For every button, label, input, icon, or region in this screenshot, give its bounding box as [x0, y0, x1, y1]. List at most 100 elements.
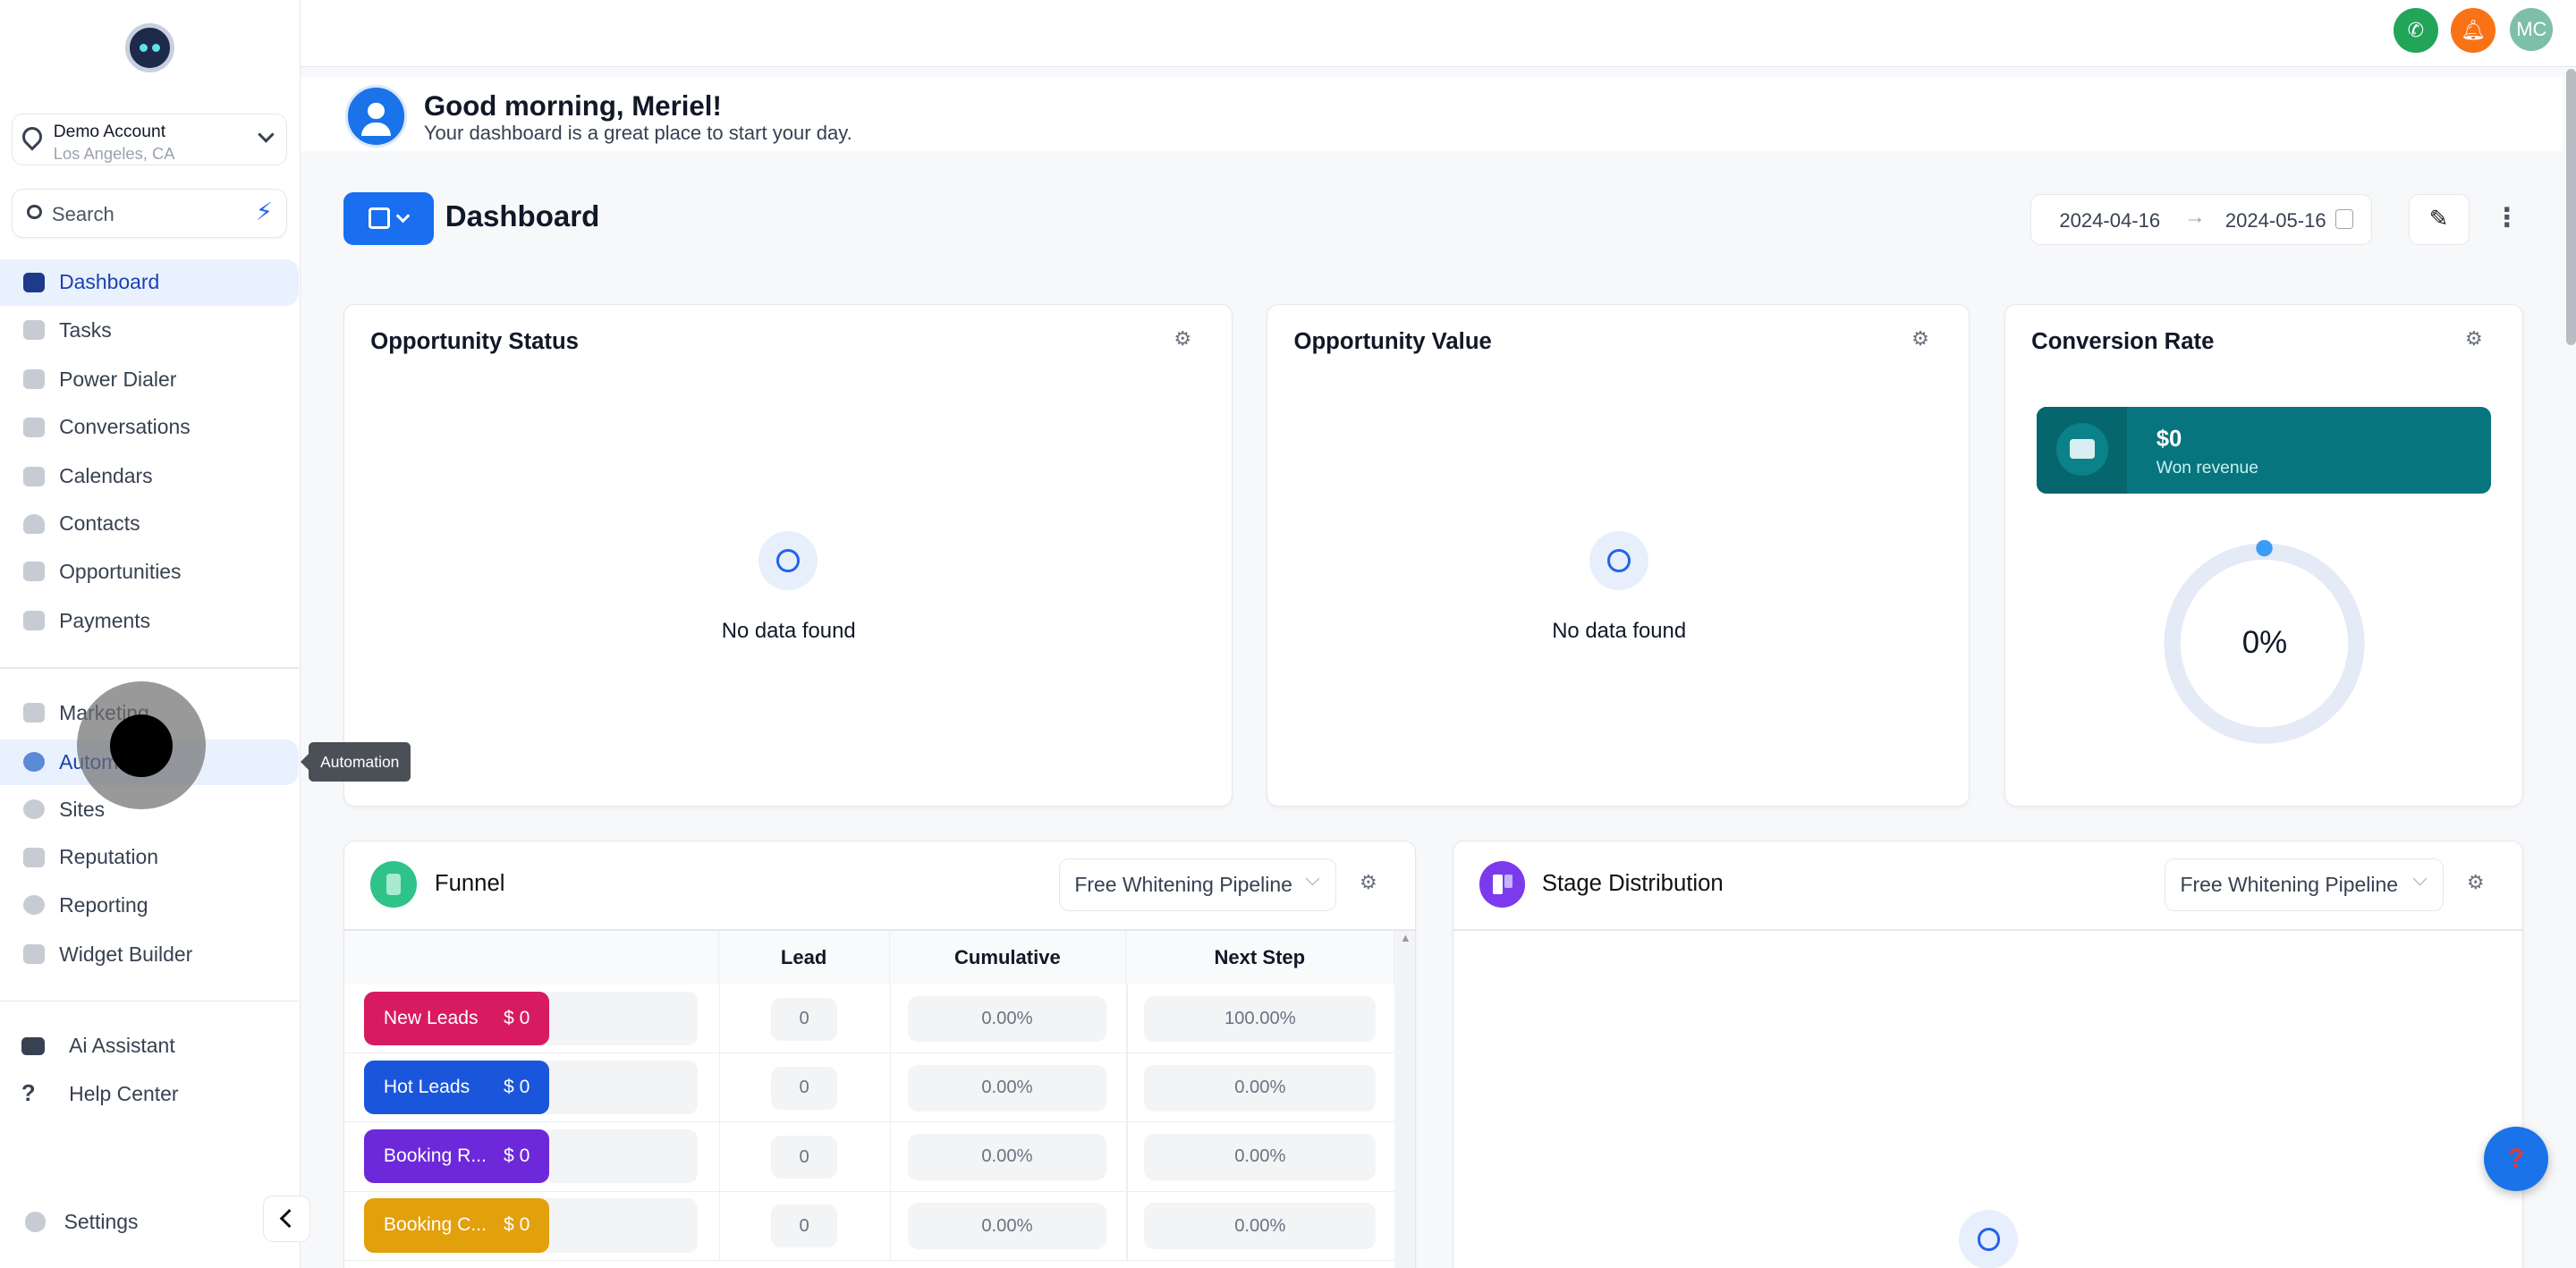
- cumulative-percent: 0.00%: [908, 1203, 1106, 1248]
- column-header-cumulative[interactable]: Cumulative: [890, 931, 1126, 985]
- card-title: Opportunity Value: [1293, 329, 1491, 355]
- card-title: Stage Distribution: [1542, 871, 1724, 897]
- phone-icon[interactable]: ✆: [2394, 8, 2438, 53]
- stage-name: New Leads: [384, 1008, 479, 1029]
- funnel-icon: [370, 861, 416, 907]
- table-row: Booking C... $ 0 0 0.00% 0.00%: [344, 1192, 1394, 1261]
- dashboard-icon: [23, 273, 45, 292]
- automation-tooltip: Automation: [309, 742, 411, 782]
- table-row: Booking R... $ 0 0 0.00% 0.00%: [344, 1122, 1394, 1191]
- filter-settings-icon[interactable]: ⚙︎: [1911, 327, 1929, 351]
- lead-count: 0: [771, 1067, 836, 1110]
- layout-icon: [369, 207, 390, 229]
- user-avatar[interactable]: MC: [2510, 8, 2553, 51]
- stage-name: Booking R...: [384, 1145, 487, 1167]
- lightning-icon[interactable]: ⚡: [256, 198, 273, 226]
- settings-icon: [25, 1212, 47, 1231]
- stage-badge[interactable]: Hot Leads $ 0: [364, 1061, 550, 1115]
- sidebar-item-conversations[interactable]: Conversations: [0, 404, 299, 450]
- sidebar-item-widget-builder[interactable]: Widget Builder: [0, 931, 299, 976]
- next-step-percent: 0.00%: [1144, 1065, 1376, 1111]
- sidebar-item-dashboard[interactable]: Dashboard: [0, 259, 299, 305]
- stage-distribution-card: Stage Distribution Free Whitening Pipeli…: [1453, 841, 2524, 1268]
- conversations-icon: [23, 418, 45, 437]
- stage-badge[interactable]: Booking R... $ 0: [364, 1129, 550, 1184]
- chevron-down-icon: [258, 127, 275, 143]
- more-options-icon[interactable]: ⋮: [2494, 202, 2520, 233]
- sidebar-item-settings[interactable]: Settings: [0, 1199, 299, 1245]
- sidebar-item-tasks[interactable]: Tasks: [0, 307, 299, 352]
- top-bar: ✆ 🔔︎ MC: [301, 0, 2576, 67]
- next-step-percent: 0.00%: [1144, 1134, 1376, 1179]
- stage-value: $ 0: [504, 1145, 530, 1167]
- stage-value: $ 0: [504, 1214, 530, 1236]
- cursor-dot: [110, 714, 173, 777]
- stage-badge[interactable]: Booking C... $ 0: [364, 1198, 550, 1253]
- date-start[interactable]: 2024-04-16: [2059, 209, 2160, 232]
- account-switcher[interactable]: Demo Account Los Angeles, CA: [12, 114, 288, 166]
- collapse-sidebar-button[interactable]: [263, 1196, 310, 1241]
- card-title: Funnel: [435, 871, 505, 897]
- funnel-card: Funnel Free Whitening Pipeline ⚙︎ Lead C…: [343, 841, 1416, 1268]
- greeting-subtitle: Your dashboard is a great place to start…: [424, 122, 852, 145]
- conversion-rate-value: 0%: [2159, 625, 2369, 661]
- filter-settings-icon[interactable]: ⚙︎: [2465, 327, 2483, 351]
- conversion-rate-card: Conversion Rate ⚙︎ $0 Won revenue 0%: [2004, 304, 2523, 807]
- stage-value: $ 0: [504, 1008, 530, 1029]
- pipeline-select[interactable]: Free Whitening Pipeline: [1059, 858, 1336, 911]
- column-header-lead[interactable]: Lead: [719, 931, 890, 985]
- lead-count: 0: [771, 1205, 836, 1247]
- help-button[interactable]: ?: [2484, 1127, 2548, 1191]
- filter-settings-icon[interactable]: ⚙︎: [1174, 327, 1191, 351]
- card-title: Opportunity Status: [370, 329, 579, 355]
- sidebar-item-calendars[interactable]: Calendars: [0, 453, 299, 499]
- filter-settings-icon[interactable]: ⚙︎: [2467, 871, 2485, 894]
- opportunity-status-card: Opportunity Status ⚙︎ No data found: [343, 304, 1233, 807]
- funnel-icon: [23, 562, 45, 581]
- tasks-icon: [23, 320, 45, 340]
- dashboard-switcher-button[interactable]: [343, 192, 434, 245]
- sidebar-item-opportunities[interactable]: Opportunities: [0, 548, 299, 594]
- search-input[interactable]: Search ⚡: [12, 189, 288, 238]
- sidebar-item-payments[interactable]: Payments: [0, 598, 299, 644]
- contacts-icon: [23, 514, 45, 534]
- globe-icon: [23, 799, 45, 819]
- sidebar-item-help-center[interactable]: ?Help Center: [0, 1071, 299, 1117]
- account-name: Demo Account: [54, 123, 165, 142]
- sidebar-item-reporting[interactable]: Reporting: [0, 882, 299, 927]
- chevron-down-icon: [396, 209, 411, 224]
- widget-icon: [23, 944, 45, 964]
- gauge-indicator: [2257, 539, 2273, 555]
- dashboard-title: Dashboard: [445, 200, 600, 234]
- divider: [0, 667, 299, 669]
- pie-chart-icon: [23, 895, 45, 915]
- scrollbar[interactable]: [2566, 69, 2576, 345]
- greeting-banner: Good morning, Meriel! Your dashboard is …: [301, 77, 2563, 151]
- sidebar-item-ai-assistant[interactable]: Ai Assistant: [0, 1023, 299, 1069]
- divider: [0, 1001, 299, 1002]
- date-range-picker[interactable]: 2024-04-16 → 2024-05-16: [2030, 194, 2372, 245]
- robot-logo-icon[interactable]: [125, 23, 174, 72]
- filter-settings-icon[interactable]: ⚙︎: [1360, 871, 1377, 894]
- edit-dashboard-button[interactable]: ✎: [2409, 194, 2470, 245]
- bell-icon[interactable]: 🔔︎: [2451, 8, 2496, 53]
- stage-name: Booking C...: [384, 1214, 487, 1236]
- sidebar-item-power-dialer[interactable]: Power Dialer: [0, 357, 299, 402]
- column-header-next-step[interactable]: Next Step: [1126, 931, 1394, 985]
- date-end[interactable]: 2024-05-16: [2225, 209, 2326, 232]
- lead-count: 0: [771, 1136, 836, 1179]
- table-row: New Leads $ 0 0 0.00% 100.00%: [344, 985, 1394, 1053]
- magnifier-icon: [1589, 531, 1648, 590]
- payments-icon: [23, 611, 45, 630]
- megaphone-icon: [23, 703, 45, 723]
- sidebar-item-contacts[interactable]: Contacts: [0, 501, 299, 546]
- sidebar-item-reputation[interactable]: Reputation: [0, 834, 299, 880]
- magnifier-icon: [1959, 1210, 2018, 1268]
- pipeline-select[interactable]: Free Whitening Pipeline: [2165, 858, 2444, 911]
- account-location: Los Angeles, CA: [54, 144, 175, 164]
- calendar-icon: [23, 467, 45, 486]
- table-scrollbar[interactable]: ▲: [1394, 931, 1417, 1268]
- stage-badge[interactable]: New Leads $ 0: [364, 992, 550, 1046]
- stage-value: $ 0: [504, 1077, 530, 1098]
- question-icon: ?: [21, 1081, 45, 1107]
